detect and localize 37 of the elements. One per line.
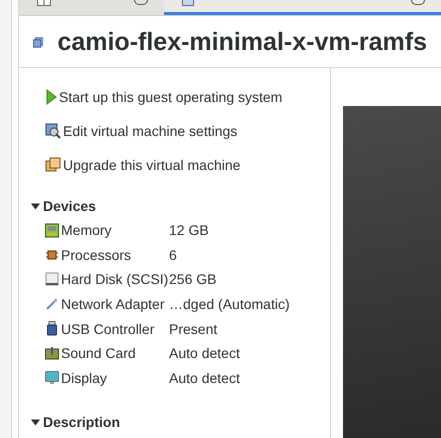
settings-icon [45, 123, 61, 139]
device-value: Auto detect [169, 345, 241, 362]
device-name[interactable]: Network Adapter [61, 296, 167, 312]
close-icon[interactable] [411, 0, 425, 5]
section-heading: Description [43, 414, 120, 430]
device-name[interactable]: Processors [61, 246, 167, 263]
memory-icon [45, 222, 59, 238]
vm-title: camio-flex-minimal-x-vm-ramfs [57, 28, 427, 57]
device-value: 6 [169, 246, 178, 263]
network-icon [46, 298, 58, 310]
sound-card-icon [45, 346, 59, 360]
device-value: …dged (Automatic) [169, 296, 291, 312]
device-value: Auto detect [169, 370, 241, 386]
vm-icon [182, 0, 194, 6]
monitor-icon [45, 370, 59, 385]
device-name[interactable]: Display [61, 370, 167, 386]
action-link[interactable]: Edit virtual machine settings [45, 114, 330, 148]
device-name[interactable]: Sound Card [61, 345, 167, 362]
device-value: Present [169, 320, 218, 337]
device-name[interactable]: Hard Disk (SCSI) [61, 271, 167, 288]
device-name[interactable]: USB Controller [61, 320, 167, 337]
usb-icon [47, 321, 57, 336]
device-name[interactable]: Memory [61, 222, 167, 238]
device-value: 256 GB [169, 271, 218, 288]
action-link[interactable]: Start up this guest operating system [45, 80, 330, 114]
upgrade-icon [45, 157, 61, 173]
expanded-arrow-icon[interactable] [31, 418, 40, 427]
action-link[interactable]: Upgrade this virtual machine [45, 148, 330, 182]
device-value: 12 GB [169, 222, 210, 238]
section-heading: Devices [43, 198, 96, 214]
play-icon [45, 89, 57, 105]
close-icon[interactable] [134, 0, 148, 5]
expanded-arrow-icon[interactable] [31, 202, 40, 210]
library-icon [37, 0, 51, 6]
tab[interactable] [19, 0, 164, 15]
tab[interactable] [164, 0, 441, 15]
chip-icon [46, 248, 58, 261]
